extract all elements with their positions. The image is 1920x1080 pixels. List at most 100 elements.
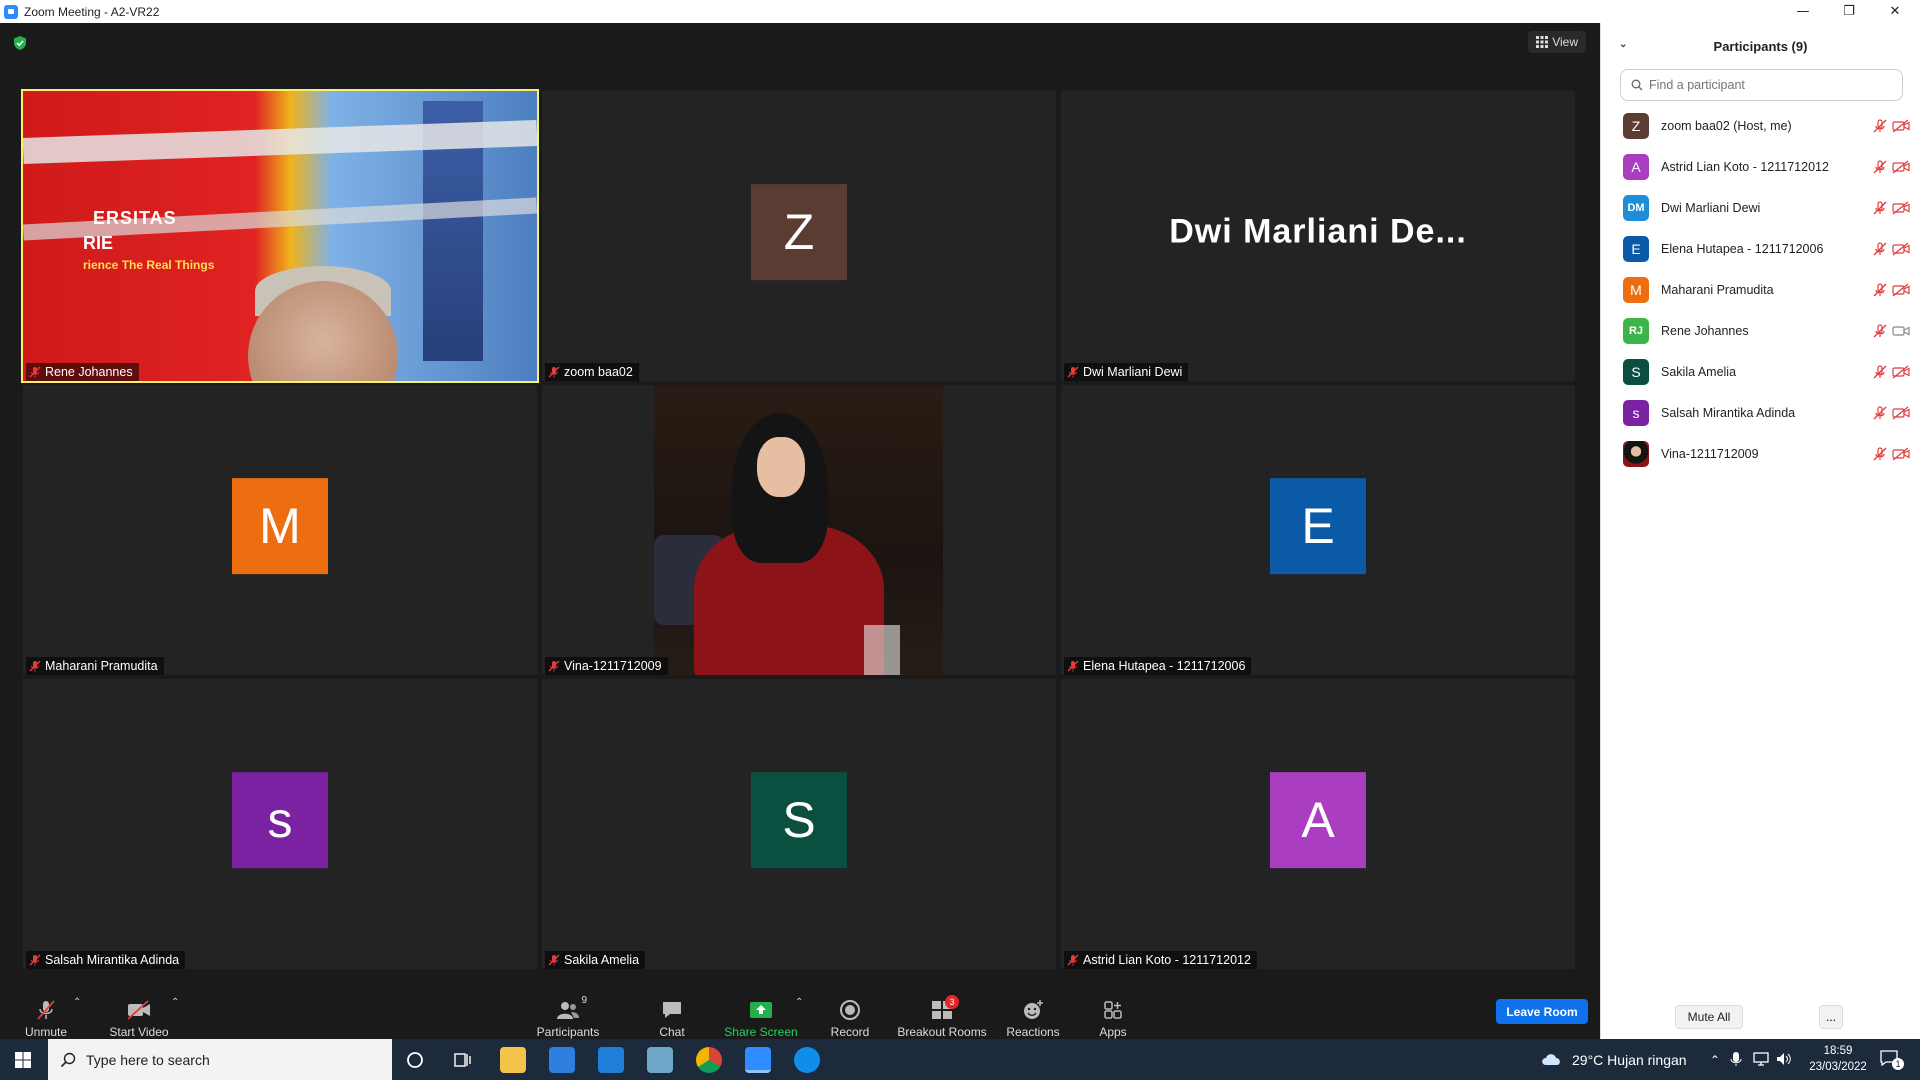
apps-button[interactable]: Apps <box>1098 993 1128 1039</box>
video-off-icon[interactable] <box>1892 283 1910 297</box>
mic-muted-icon[interactable] <box>1873 447 1887 461</box>
mic-muted-icon <box>548 954 560 966</box>
microphone-icon[interactable] <box>1730 1051 1742 1067</box>
participant-name: Vina-1211712009 <box>1661 446 1759 461</box>
unmute-button[interactable]: Unmute <box>22 993 70 1039</box>
reactions-button[interactable]: Reactions <box>1006 993 1060 1039</box>
tile-nametag: Dwi Marliani Dewi <box>1064 363 1189 381</box>
video-off-icon[interactable] <box>1892 447 1910 461</box>
video-tile-elena[interactable]: E Elena Hutapea - 1211712006 <box>1061 385 1575 675</box>
participant-row[interactable]: A Astrid Lian Koto - 1211712012 <box>1601 146 1920 187</box>
notepad-icon[interactable] <box>647 1047 673 1073</box>
audio-options-chevron-icon[interactable]: ⌃ <box>73 997 81 1008</box>
mute-all-button[interactable]: Mute All <box>1675 1005 1743 1029</box>
participants-icon <box>557 1002 579 1019</box>
participant-row[interactable]: E Elena Hutapea - 1211712006 <box>1601 228 1920 269</box>
taskbar-search-box[interactable]: Type here to search <box>48 1039 392 1080</box>
tile-nametag: zoom baa02 <box>545 363 639 381</box>
video-tile-vina[interactable]: Vina-1211712009 <box>542 385 1056 675</box>
unmute-label: Unmute <box>24 1025 68 1039</box>
video-off-icon[interactable] <box>1892 365 1910 379</box>
video-tile-maharani[interactable]: M Maharani Pramudita <box>23 385 537 675</box>
mic-muted-icon[interactable] <box>1873 160 1887 174</box>
mic-muted-icon[interactable] <box>1873 283 1887 297</box>
mic-muted-icon <box>1067 366 1079 378</box>
mic-muted-icon[interactable] <box>1873 406 1887 420</box>
maximize-button[interactable]: ❐ <box>1826 0 1872 23</box>
breakout-rooms-button[interactable]: 3 Breakout Rooms <box>897 993 987 1039</box>
panel-title: Participants (9) <box>1713 38 1808 54</box>
search-icon <box>1631 79 1643 91</box>
participant-row[interactable]: Vina-1211712009 <box>1601 433 1920 474</box>
video-tile-astrid[interactable]: A Astrid Lian Koto - 1211712012 <box>1061 679 1575 969</box>
video-on-icon[interactable] <box>1892 324 1910 338</box>
mic-muted-icon[interactable] <box>1873 119 1887 133</box>
video-off-icon[interactable] <box>1892 406 1910 420</box>
mic-muted-icon <box>548 366 560 378</box>
taskbar-clock[interactable]: 18:59 23/03/2022 <box>1790 1043 1886 1075</box>
close-button[interactable]: ✕ <box>1872 0 1918 23</box>
mail-icon[interactable] <box>598 1047 624 1073</box>
video-off-icon[interactable] <box>1892 119 1910 133</box>
participant-row[interactable]: DM Dwi Marliani Dewi <box>1601 187 1920 228</box>
encryption-shield-icon[interactable] <box>12 35 28 51</box>
mic-muted-icon[interactable] <box>1873 365 1887 379</box>
weather-widget[interactable]: 29°C Hujan ringan <box>1540 1039 1687 1080</box>
mic-muted-icon[interactable] <box>1873 201 1887 215</box>
window-titlebar: Zoom Meeting - A2-VR22 — ❐ ✕ <box>0 0 1920 23</box>
chat-button[interactable]: Chat <box>652 993 692 1039</box>
start-video-button[interactable]: Start Video <box>106 993 172 1039</box>
windows-start-icon[interactable] <box>15 1052 31 1068</box>
notification-center-button[interactable]: 1 <box>1880 1050 1904 1070</box>
participants-button[interactable]: 9 Participants <box>536 993 600 1039</box>
leave-room-button[interactable]: Leave Room <box>1496 999 1588 1024</box>
collapse-chevron-icon[interactable]: ⌄ <box>1619 39 1627 50</box>
tile-nametag: Elena Hutapea - 1211712006 <box>1064 657 1252 675</box>
participant-row[interactable]: s Salsah Mirantika Adinda <box>1601 392 1920 433</box>
video-options-chevron-icon[interactable]: ⌃ <box>171 997 179 1008</box>
participant-row[interactable]: RJ Rene Johannes <box>1601 310 1920 351</box>
teamviewer-icon[interactable] <box>794 1047 820 1073</box>
participant-search[interactable] <box>1620 69 1903 101</box>
mic-muted-icon[interactable] <box>1873 324 1887 338</box>
participant-row[interactable]: S Sakila Amelia <box>1601 351 1920 392</box>
participant-avatar: s <box>1623 399 1649 426</box>
participant-row[interactable]: Zzoom baa02 (Host, me) <box>1601 105 1920 146</box>
zoom-taskbar-icon[interactable] <box>745 1047 771 1073</box>
share-screen-button[interactable]: Share Screen <box>724 993 798 1039</box>
meeting-area: View ERSITAS RIE rience The Real Things … <box>0 23 1600 993</box>
participant-search-input[interactable] <box>1649 78 1889 92</box>
meeting-toolbar: Unmute ⌃ Start Video ⌃ 9 Participants Ch… <box>0 993 1600 1039</box>
file-explorer-icon[interactable] <box>500 1047 526 1073</box>
chrome-icon[interactable] <box>696 1047 722 1073</box>
video-off-icon[interactable] <box>1892 201 1910 215</box>
video-off-icon[interactable] <box>1892 160 1910 174</box>
view-button[interactable]: View <box>1528 31 1586 53</box>
participant-avatar: DM <box>1623 194 1649 221</box>
tile-name: Salsah Mirantika Adinda <box>45 953 180 967</box>
mic-muted-icon <box>29 366 41 378</box>
task-view-icon[interactable] <box>454 1051 472 1069</box>
video-tile-salsah[interactable]: s Salsah Mirantika Adinda <box>23 679 537 969</box>
video-off-icon <box>127 1000 150 1020</box>
video-tile-rene[interactable]: ERSITAS RIE rience The Real Things Rene … <box>21 89 539 383</box>
participant-row[interactable]: M Maharani Pramudita <box>1601 269 1920 310</box>
video-tile-sakila[interactable]: S Sakila Amelia <box>542 679 1056 969</box>
minimize-button[interactable]: — <box>1780 0 1826 23</box>
record-button[interactable]: Record <box>828 993 872 1039</box>
more-options-button[interactable]: ... <box>1819 1005 1843 1029</box>
video-tile-zoom-baa02[interactable]: Z zoom baa02 <box>542 91 1056 381</box>
video-tile-dwi[interactable]: Dwi Marliani De... Dwi Marliani Dewi <box>1061 91 1575 381</box>
participant-name: Sakila Amelia <box>1661 364 1737 379</box>
mic-muted-icon[interactable] <box>1873 242 1887 256</box>
breakout-badge: 3 <box>945 995 959 1009</box>
tray-overflow-chevron-icon[interactable]: ⌃ <box>1710 1039 1720 1080</box>
network-icon[interactable] <box>1752 1051 1770 1067</box>
record-icon <box>840 1000 860 1020</box>
microsoft-store-icon[interactable] <box>549 1047 575 1073</box>
share-options-chevron-icon[interactable]: ⌃ <box>795 997 803 1008</box>
cortana-icon[interactable] <box>406 1051 424 1069</box>
clock-time: 18:59 <box>1823 1045 1853 1057</box>
video-off-icon[interactable] <box>1892 242 1910 256</box>
participant-avatar: A <box>1623 153 1649 180</box>
